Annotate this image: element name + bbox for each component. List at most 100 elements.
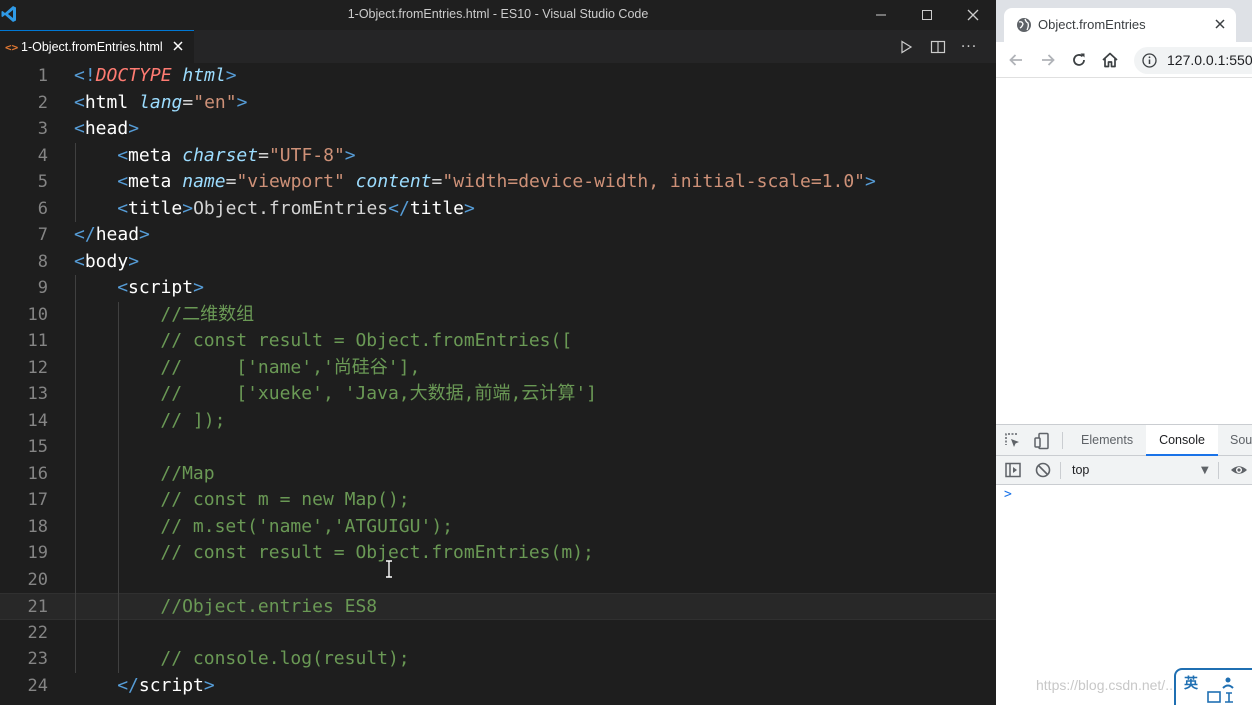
code-line[interactable]: 10 //二维数组 [0, 302, 996, 329]
sidebar-toggle-icon[interactable] [1004, 461, 1022, 479]
code-line[interactable]: 16 //Map [0, 461, 996, 488]
browser-tab[interactable]: Object.fromEntries [1004, 8, 1236, 42]
code-token: charset [182, 144, 259, 166]
devtools-panel: Elements Console Sou top ▼ > [996, 424, 1252, 705]
code-line[interactable]: 19 // const result = Object.fromEntries(m… [0, 540, 996, 567]
maximize-button[interactable] [904, 0, 950, 30]
code-token: <! [74, 65, 96, 86]
code-line[interactable]: 12 // ['name','尚硅谷'], [0, 355, 996, 382]
browser-toolbar: 127.0.0.1:5500 [996, 42, 1252, 78]
more-actions-icon[interactable]: ··· [959, 37, 979, 57]
code-line[interactable]: 9 <script> [0, 275, 996, 302]
code-line[interactable]: 4 <meta charset="UTF-8"> [0, 143, 996, 170]
code-text: // console.log(result); [160, 646, 409, 673]
code-line[interactable]: 5 <meta name="viewport" content="width=de… [0, 169, 996, 196]
code-token: //二维数组 [160, 303, 255, 325]
code-token: // console.log(result); [160, 648, 410, 669]
code-line[interactable]: 1 <!DOCTYPE html> [0, 63, 996, 90]
code-line[interactable]: 21 //Object.entries ES8 [0, 593, 996, 620]
inspect-element-icon[interactable] [1004, 432, 1022, 450]
code-token: content [355, 171, 432, 192]
code-token: > [128, 118, 140, 139]
home-icon [1102, 52, 1118, 68]
split-editor-icon[interactable] [928, 37, 948, 57]
device-toolbar-icon[interactable] [1033, 432, 1051, 450]
code-text: <meta name="viewport" content="width=dev… [117, 169, 876, 196]
code-token: script [128, 277, 194, 298]
line-number: 10 [27, 304, 48, 325]
reload-button[interactable] [1069, 50, 1089, 70]
editor-tab-label: 1-Object.fromEntries.html [21, 40, 163, 54]
code-token: < [74, 250, 85, 272]
home-button[interactable] [1100, 50, 1120, 70]
javascript-context-select[interactable]: top ▼ [1066, 459, 1214, 482]
code-text: // const result = Object.fromEntries([ [160, 328, 572, 355]
code-text: <meta charset="UTF-8"> [117, 143, 355, 170]
code-token: // const result = Object.fromEntries(m); [160, 542, 594, 563]
code-line[interactable]: 18 // m.set('name','ATGUIGU'); [0, 514, 996, 541]
code-token: body [84, 250, 129, 272]
code-text: <script> [117, 275, 204, 302]
code-token: html [182, 65, 226, 86]
code-token: > [464, 197, 475, 219]
code-editor[interactable]: 1 <!DOCTYPE html> 2 <html lang="en"> 3 <head>… [0, 63, 996, 705]
indent-guide [75, 142, 76, 222]
code-line[interactable]: 22 [0, 620, 996, 647]
tab-close-icon[interactable] [1214, 18, 1226, 30]
code-line[interactable]: 23 // console.log(result); [0, 646, 996, 673]
code-token: < [117, 171, 129, 192]
code-token: > [865, 171, 876, 192]
code-line[interactable]: 24 </script> [0, 673, 996, 700]
toolbar-divider [1060, 462, 1061, 479]
code-token: = [258, 144, 269, 166]
code-line[interactable]: 2 <html lang="en"> [0, 90, 996, 117]
code-token: < [117, 197, 129, 219]
back-button[interactable] [1006, 50, 1026, 70]
line-number: 6 [37, 198, 48, 219]
reload-icon [1073, 53, 1085, 66]
code-token: </ [388, 197, 410, 219]
address-bar[interactable]: 127.0.0.1:5500 [1134, 47, 1252, 74]
eye-icon[interactable] [1230, 461, 1248, 479]
code-token: head [95, 224, 140, 245]
code-token: //Map [160, 462, 215, 484]
line-number: 19 [27, 543, 48, 563]
code-line[interactable]: 15 [0, 434, 996, 461]
code-line[interactable]: 17 // const m = new Map(); [0, 487, 996, 514]
line-number: 23 [27, 649, 48, 669]
code-line[interactable]: 8 <body> [0, 249, 996, 276]
line-number: 16 [27, 463, 48, 484]
code-line[interactable]: 3 <head> [0, 116, 996, 143]
code-token: title [409, 197, 465, 219]
code-line[interactable]: 11 // const result = Object.fromEntries([ [0, 328, 996, 355]
clear-console-icon[interactable] [1034, 461, 1052, 479]
code-line[interactable]: 7 </head> [0, 222, 996, 249]
tab-close-icon[interactable] [171, 39, 185, 53]
code-token: script [138, 674, 204, 696]
info-icon[interactable] [1142, 53, 1157, 68]
minimize-button[interactable] [858, 0, 904, 30]
code-text: // ['xueke', 'Java,大数据,前端,云计算'] [160, 381, 597, 408]
code-line[interactable]: 20 [0, 567, 996, 594]
code-token: title [128, 197, 183, 219]
code-line[interactable]: 13 // ['xueke', 'Java,大数据,前端,云计算'] [0, 381, 996, 408]
code-line[interactable]: 14 // ]); [0, 408, 996, 435]
code-token: > [236, 91, 248, 113]
code-line[interactable]: 6 <title>Object.fromEntries</title> [0, 196, 996, 223]
editor-tab[interactable]: <> 1-Object.fromEntries.html [0, 30, 194, 63]
line-number: 11 [27, 331, 48, 351]
toolbar-divider [1062, 432, 1063, 449]
code-text: // m.set('name','ATGUIGU'); [160, 514, 453, 541]
devtools-tab-console[interactable]: Console [1146, 425, 1218, 456]
code-token: meta [128, 144, 172, 166]
code-token: </ [74, 224, 96, 245]
ime-toolbar[interactable]: 英 [1174, 668, 1252, 705]
forward-button[interactable] [1038, 50, 1058, 70]
close-window-button[interactable] [950, 0, 996, 30]
code-text: <!DOCTYPE html> [74, 63, 237, 90]
code-token: // const m = new Map(); [160, 489, 410, 510]
devtools-tab-elements[interactable]: Elements [1081, 425, 1133, 456]
run-icon[interactable] [896, 37, 916, 57]
code-text: // const result = Object.fromEntries(m); [160, 540, 593, 567]
devtools-tab-sources[interactable]: Sou [1230, 425, 1252, 456]
